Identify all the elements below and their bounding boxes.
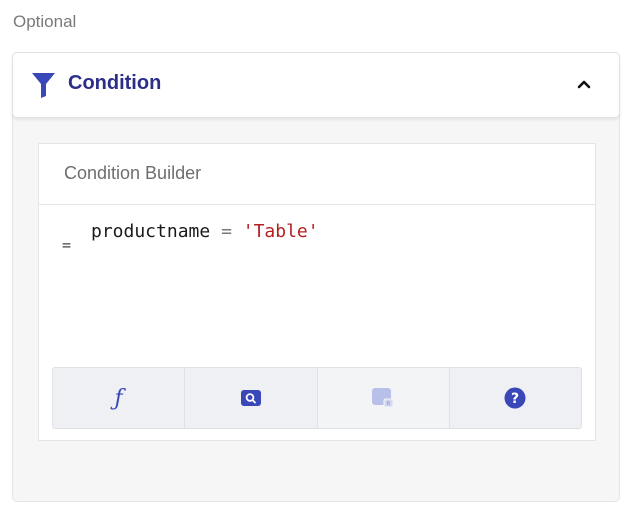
condition-panel: Condition Condition Builder = productnam… [12, 52, 620, 502]
condition-panel-header[interactable]: Condition [12, 52, 620, 118]
filter-icon [32, 73, 55, 98]
section-label: Optional [13, 12, 77, 31]
condition-editor[interactable]: = productname = 'Table' [39, 205, 595, 365]
builder-toolbar: ƒ R ? [52, 367, 582, 429]
value-token: 'Table' [242, 221, 319, 242]
search-button[interactable] [185, 368, 318, 428]
chevron-up-icon[interactable] [577, 79, 591, 89]
function-button[interactable]: ƒ [53, 368, 186, 428]
function-icon: ƒ [114, 385, 123, 411]
code-line[interactable]: productname = 'Table' [91, 221, 319, 242]
equals-icon: = [62, 236, 72, 254]
insert-field-button[interactable]: R [317, 368, 450, 428]
search-icon [240, 390, 261, 406]
svg-text:R: R [387, 401, 391, 408]
builder-header: Condition Builder [39, 144, 595, 205]
condition-builder: Condition Builder = productname = 'Table… [38, 143, 596, 441]
builder-title: Condition Builder [64, 163, 202, 183]
svg-text:?: ? [511, 391, 519, 407]
panel-title: Condition [68, 72, 162, 94]
field-token: productname [91, 221, 211, 242]
help-button[interactable]: ? [450, 368, 581, 428]
field-icon: R [372, 388, 394, 408]
operator-token: = [221, 221, 232, 242]
help-icon: ? [504, 387, 526, 409]
